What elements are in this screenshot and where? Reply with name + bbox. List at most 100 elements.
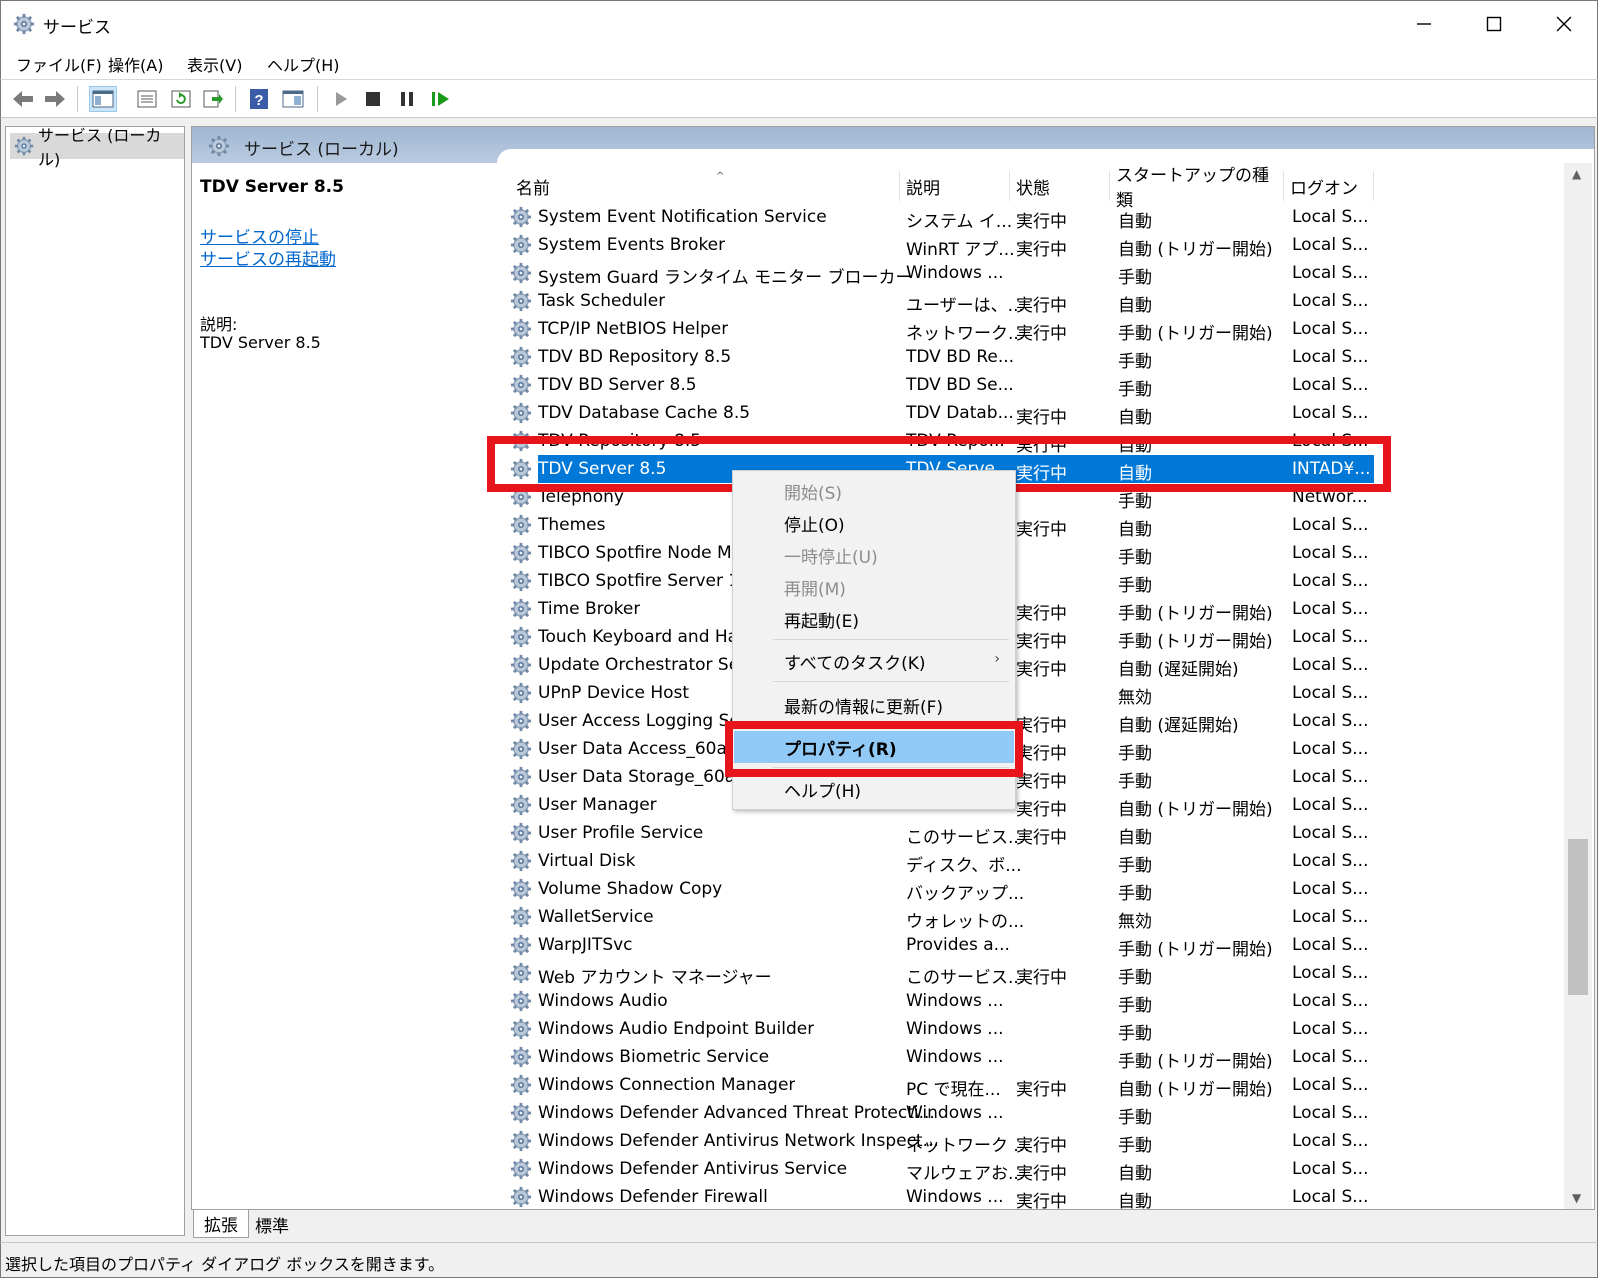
- column-header-status[interactable]: 状態: [1010, 171, 1110, 201]
- properties-button[interactable]: [133, 86, 161, 112]
- restart-service-link[interactable]: サービスの再起動: [200, 245, 336, 270]
- vertical-scrollbar[interactable]: ▲ ▼: [1564, 163, 1592, 1209]
- column-header-label: 名前: [516, 178, 550, 199]
- table-row[interactable]: System Guard ランタイム モニター ブローカー Windows ...…: [510, 259, 1560, 288]
- cell-desc: ディスク、ボ...: [906, 856, 1022, 876]
- table-row[interactable]: Update Orchestrator Servi 実行中 自動 (遅延開始) Loc…: [510, 651, 1560, 680]
- minimize-button[interactable]: [1389, 1, 1459, 47]
- table-row[interactable]: Volume Shadow Copy バックアップ... 手動 Local S...: [510, 875, 1560, 904]
- menu-item-pause[interactable]: 一時停止(U): [734, 539, 1014, 571]
- table-row[interactable]: TDV Database Cache 8.5 TDV Datab... 実行中 自動 L…: [510, 399, 1560, 428]
- table-row[interactable]: User Profile Service このサービス... 実行中 自動 Local …: [510, 819, 1560, 848]
- table-row[interactable]: Windows Defender Firewall Windows ... 実行中 自…: [510, 1183, 1560, 1209]
- table-row[interactable]: System Event Notification Service システム イ.…: [510, 203, 1560, 232]
- refresh-button[interactable]: [167, 86, 195, 112]
- menu-item-start[interactable]: 開始(S): [734, 475, 1014, 507]
- table-row[interactable]: User Manager 実行中 自動 (トリガー開始) Local S...: [510, 791, 1560, 820]
- table-row[interactable]: TIBCO Spotfire Server 11.4 手動 Local S...: [510, 567, 1560, 596]
- view-button[interactable]: [279, 86, 307, 112]
- cell-logon: Local S...: [1292, 851, 1369, 871]
- table-row[interactable]: Virtual Disk ディスク、ボ... 手動 Local S...: [510, 847, 1560, 876]
- export-button[interactable]: [199, 86, 227, 112]
- cell-name: User Profile Service: [538, 823, 704, 843]
- scroll-down-icon[interactable]: ▼: [1572, 1191, 1581, 1205]
- menu-help[interactable]: ヘルプ(H): [267, 52, 340, 76]
- cell-desc: WinRT アプ...: [906, 240, 1015, 260]
- cell-name: Windows Defender Advanced Threat Protect…: [538, 1103, 935, 1123]
- table-row[interactable]: Web アカウント マネージャー このサービス... 実行中 手動 Local S...: [510, 959, 1560, 988]
- table-row[interactable]: WarpJITSvc Provides a... 手動 (トリガー開始) Local …: [510, 931, 1560, 960]
- table-row[interactable]: Time Broker 実行中 手動 (トリガー開始) Local S...: [510, 595, 1560, 624]
- menu-item-help[interactable]: ヘルプ(H): [734, 773, 1014, 805]
- show-tree-button[interactable]: [89, 86, 117, 112]
- table-row[interactable]: TCP/IP NetBIOS Helper ネットワーク... 実行中 手動 (トリガ…: [510, 315, 1560, 344]
- cell-startup: 自動: [1118, 828, 1152, 848]
- stop-service-button[interactable]: [359, 86, 387, 112]
- table-row[interactable]: Touch Keyboard and Hand 実行中 手動 (トリガー開始) Loc…: [510, 623, 1560, 652]
- table-row[interactable]: Windows Audio Endpoint Builder Windows ..…: [510, 1015, 1560, 1044]
- cell-logon: Local S...: [1292, 991, 1369, 1011]
- service-gear-icon: [510, 990, 532, 1012]
- cell-desc: Windows ...: [906, 1019, 1004, 1039]
- menu-action[interactable]: 操作(A): [108, 52, 163, 76]
- table-row[interactable]: System Events Broker WinRT アプ... 実行中 自動 (トリ…: [510, 231, 1560, 260]
- cell-name: UPnP Device Host: [538, 683, 690, 703]
- table-row[interactable]: Windows Defender Antivirus Network Inspe…: [510, 1127, 1560, 1156]
- menu-item-resume[interactable]: 再開(M): [734, 571, 1014, 603]
- service-gear-icon: [510, 766, 532, 788]
- table-row[interactable]: Windows Defender Advanced Threat Protect…: [510, 1099, 1560, 1128]
- cell-name: TDV BD Server 8.5: [538, 375, 697, 395]
- menu-item-refresh[interactable]: 最新の情報に更新(F): [734, 689, 1014, 721]
- stop-icon: [366, 92, 380, 106]
- table-row[interactable]: User Access Logging Servi 実行中 自動 (遅延開始) Loc…: [510, 707, 1560, 736]
- table-row[interactable]: Windows Biometric Service Windows ... 手動 (…: [510, 1043, 1560, 1072]
- cell-name: TCP/IP NetBIOS Helper: [538, 319, 729, 339]
- view-icon: [282, 90, 304, 108]
- cell-name: Volume Shadow Copy: [538, 879, 723, 899]
- column-header-startup-type[interactable]: スタートアップの種類: [1110, 166, 1284, 211]
- table-row[interactable]: TIBCO Spotfire Node Man 手動 Local S...: [510, 539, 1560, 568]
- cell-startup: 自動: [1118, 408, 1152, 428]
- scroll-thumb[interactable]: [1568, 839, 1588, 995]
- service-gear-icon: [510, 514, 532, 536]
- table-row[interactable]: User Data Access_60ac0 実行中 手動 Local S...: [510, 735, 1560, 764]
- tab-standard[interactable]: 標準: [245, 1210, 299, 1238]
- forward-button[interactable]: [41, 86, 69, 112]
- scroll-up-icon[interactable]: ▲: [1572, 167, 1581, 181]
- cell-startup: 自動: [1118, 1164, 1152, 1184]
- back-button[interactable]: [9, 86, 37, 112]
- maximize-button[interactable]: [1459, 1, 1529, 47]
- cell-name: Windows Connection Manager: [538, 1075, 796, 1095]
- cell-logon: Local S...: [1292, 347, 1369, 367]
- menu-item-restart[interactable]: 再起動(E): [734, 603, 1014, 635]
- cell-name: Web アカウント マネージャー: [538, 968, 772, 988]
- tab-extended[interactable]: 拡張: [193, 1210, 249, 1238]
- pause-service-button[interactable]: [393, 86, 421, 112]
- column-header-description[interactable]: 説明: [900, 171, 1010, 201]
- table-row[interactable]: Windows Defender Antivirus Service マルウェアお…: [510, 1155, 1560, 1184]
- table-row[interactable]: Themes 実行中 自動 Local S...: [510, 511, 1560, 540]
- view-tabs: 拡張 標準: [191, 1210, 791, 1240]
- help-button[interactable]: ?: [245, 86, 273, 112]
- restart-service-button[interactable]: [427, 86, 455, 112]
- menu-file[interactable]: ファイル(F): [16, 52, 102, 76]
- cell-desc: TDV Datab...: [906, 403, 1014, 423]
- menu-item-all-tasks[interactable]: すべてのタスク(K) ›: [734, 645, 1014, 677]
- table-row[interactable]: TDV BD Repository 8.5 TDV BD Re... 手動 Local…: [510, 343, 1560, 372]
- tree-item-services-local[interactable]: サービス (ローカル): [10, 126, 184, 169]
- close-button[interactable]: [1529, 1, 1598, 47]
- column-header-name[interactable]: ^ 名前: [510, 171, 900, 201]
- menu-item-stop[interactable]: 停止(O): [734, 507, 1014, 539]
- cell-desc: ウォレットの...: [906, 912, 1025, 932]
- table-row[interactable]: UPnP Device Host 無効 Local S...: [510, 679, 1560, 708]
- start-service-button[interactable]: [327, 86, 355, 112]
- table-row[interactable]: Windows Audio Windows ... 手動 Local S...: [510, 987, 1560, 1016]
- table-row[interactable]: WalletService ウォレットの... 無効 Local S...: [510, 903, 1560, 932]
- column-header-logon[interactable]: ログオン: [1284, 171, 1374, 201]
- table-row[interactable]: User Data Storage_60ac0 実行中 手動 Local S...: [510, 763, 1560, 792]
- table-row[interactable]: Windows Connection Manager PC で現在... 実行中 自動…: [510, 1071, 1560, 1100]
- menu-separator: [773, 681, 1009, 682]
- menu-view[interactable]: 表示(V): [187, 52, 242, 76]
- table-row[interactable]: Task Scheduler ユーザーは、... 実行中 自動 Local S...: [510, 287, 1560, 316]
- table-row[interactable]: TDV BD Server 8.5 TDV BD Se... 手動 Local S..…: [510, 371, 1560, 400]
